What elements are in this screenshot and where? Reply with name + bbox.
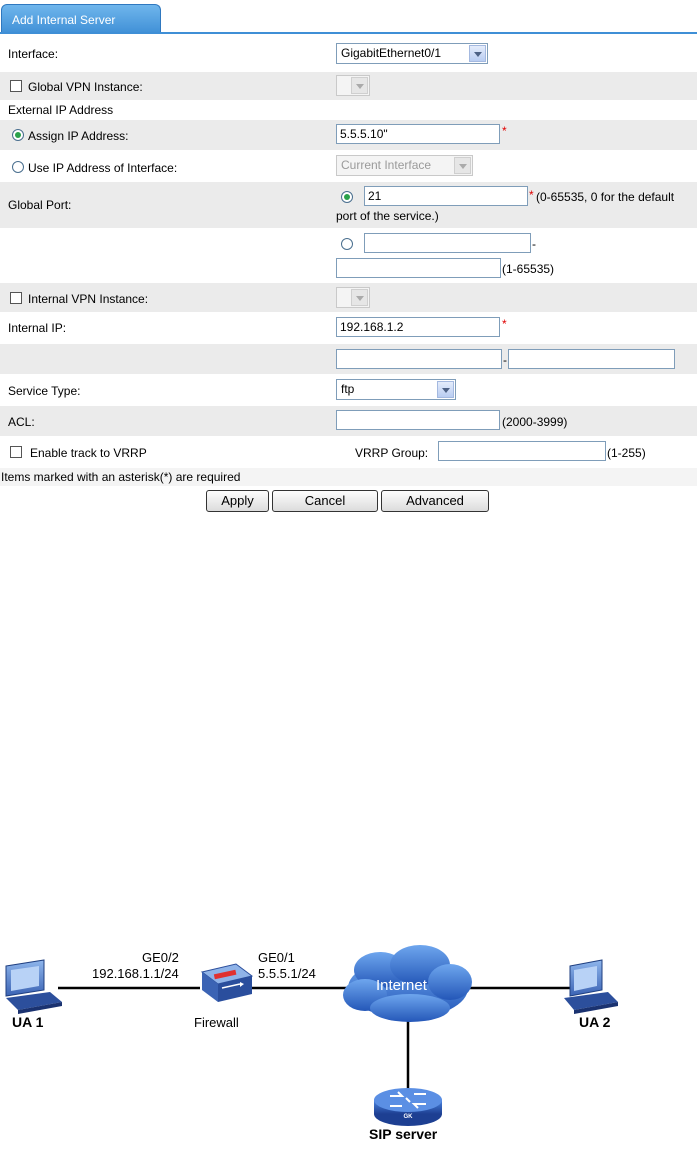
chevron-down-icon: [437, 381, 454, 398]
chevron-down-icon: [351, 77, 368, 94]
global-port-label: Global Port:: [8, 198, 72, 212]
ge02-ip-label: 192.168.1.1/24: [92, 966, 179, 981]
pc-icon: [5, 959, 62, 1014]
global-port-hint-continued: port of the service.): [336, 209, 439, 223]
internal-vpn-checkbox[interactable]: [10, 292, 22, 304]
vrrp-group-hint: (1-255): [607, 446, 646, 460]
ge02-label: GE0/2: [142, 950, 179, 965]
assign-ip-row: Assign IP Address: 5.5.5.10" *: [0, 120, 697, 150]
internal-vpn-select[interactable]: [336, 287, 370, 308]
global-port-row: Global Port: 21 * (0-65535, 0 for the de…: [0, 182, 697, 228]
firewall-label: Firewall: [194, 1015, 239, 1030]
cancel-button[interactable]: Cancel: [272, 490, 378, 512]
ua1-label: UA 1: [12, 1014, 44, 1030]
internal-ip-range-start-input[interactable]: [336, 349, 502, 369]
external-ip-heading: External IP Address: [8, 103, 114, 117]
ge01-label: GE0/1: [258, 950, 295, 965]
internal-ip-range-end-input[interactable]: [508, 349, 675, 369]
global-vpn-label: Global VPN Instance:: [28, 80, 143, 94]
internal-vpn-row: Internal VPN Instance:: [0, 283, 697, 312]
required-asterisk: *: [529, 188, 534, 202]
chevron-down-icon: [351, 289, 368, 306]
interface-label: Interface:: [8, 47, 59, 61]
internal-ip-input[interactable]: 192.168.1.2: [336, 317, 500, 337]
internal-ip-range-dash: -: [503, 353, 507, 367]
network-links: [58, 986, 570, 1092]
assign-ip-input[interactable]: 5.5.5.10": [336, 124, 500, 144]
service-type-label: Service Type:: [8, 384, 81, 398]
port-range-end-input[interactable]: [336, 258, 501, 278]
global-vpn-select[interactable]: [336, 75, 370, 96]
internal-ip-label: Internal IP:: [8, 321, 67, 335]
ge01-ip-label: 5.5.5.1/24: [258, 966, 316, 981]
internal-vpn-label: Internal VPN Instance:: [28, 292, 149, 306]
acl-label: ACL:: [8, 415, 35, 429]
external-ip-heading-row: External IP Address: [0, 101, 697, 119]
tab-add-internal-server[interactable]: Add Internal Server: [1, 4, 161, 34]
service-type-value: ftp: [341, 382, 355, 396]
vrrp-row: Enable track to VRRP VRRP Group: (1-255): [0, 437, 697, 467]
acl-row: ACL: (2000-3999): [0, 406, 697, 436]
use-interface-ip-label: Use IP Address of Interface:: [28, 161, 178, 175]
global-port-range-radio[interactable]: [341, 238, 353, 250]
internet-label: Internet: [376, 977, 427, 994]
firewall-icon: [200, 963, 254, 1002]
vrrp-group-label: VRRP Group:: [355, 446, 429, 460]
assign-ip-radio[interactable]: [12, 129, 24, 141]
tab-divider: [0, 32, 697, 34]
apply-button[interactable]: Apply: [206, 490, 269, 512]
use-interface-ip-row: Use IP Address of Interface: Current Int…: [0, 151, 697, 181]
port-range-start-input[interactable]: [364, 233, 531, 253]
global-port-hint: (0-65535, 0 for the default: [536, 190, 675, 204]
acl-hint: (2000-3999): [502, 415, 568, 429]
interface-select[interactable]: GigabitEthernet0/1: [336, 43, 488, 64]
use-interface-ip-value: Current Interface: [341, 158, 432, 172]
network-diagram: GK UA 1 GE0/2 192.168.1.1/24 Firewall GE…: [0, 920, 697, 1152]
tab-bar: Add Internal Server: [0, 0, 697, 34]
advanced-button[interactable]: Advanced: [381, 490, 489, 512]
required-note-row: Items marked with an asterisk(*) are req…: [0, 468, 697, 486]
service-type-select[interactable]: ftp: [336, 379, 456, 400]
interface-value: GigabitEthernet0/1: [341, 46, 442, 60]
router-badge-label: GK: [404, 1114, 414, 1120]
use-interface-ip-radio[interactable]: [12, 161, 24, 173]
chevron-down-icon: [454, 157, 471, 174]
required-asterisk: *: [502, 317, 507, 331]
assign-ip-label: Assign IP Address:: [28, 129, 129, 143]
vrrp-label: Enable track to VRRP: [30, 446, 147, 460]
internal-ip-range-row: -: [0, 344, 697, 374]
ua2-label: UA 2: [579, 1014, 611, 1030]
port-range-dash: -: [532, 237, 536, 251]
service-type-row: Service Type: ftp: [0, 375, 697, 405]
acl-input[interactable]: [336, 410, 500, 430]
diagram-canvas: GK: [5, 945, 618, 1126]
sip-server-label: SIP server: [369, 1126, 438, 1142]
router-icon: GK: [374, 1088, 442, 1126]
internal-ip-row: Internal IP: 192.168.1.2 *: [0, 313, 697, 343]
chevron-down-icon: [469, 45, 486, 62]
interface-row: Interface: GigabitEthernet0/1: [0, 40, 697, 70]
required-note: Items marked with an asterisk(*) are req…: [1, 470, 241, 484]
use-interface-ip-select[interactable]: Current Interface: [336, 155, 473, 176]
global-port-range-row: - (1-65535): [0, 229, 697, 282]
global-port-input[interactable]: 21: [364, 186, 528, 206]
global-vpn-row: Global VPN Instance:: [0, 72, 697, 100]
vrrp-checkbox[interactable]: [10, 446, 22, 458]
vrrp-group-input[interactable]: [438, 441, 606, 461]
required-asterisk: *: [502, 124, 507, 138]
global-port-single-radio[interactable]: [341, 191, 353, 203]
pc-icon: [564, 959, 618, 1014]
port-range-hint: (1-65535): [502, 262, 555, 276]
global-vpn-checkbox[interactable]: [10, 80, 22, 92]
